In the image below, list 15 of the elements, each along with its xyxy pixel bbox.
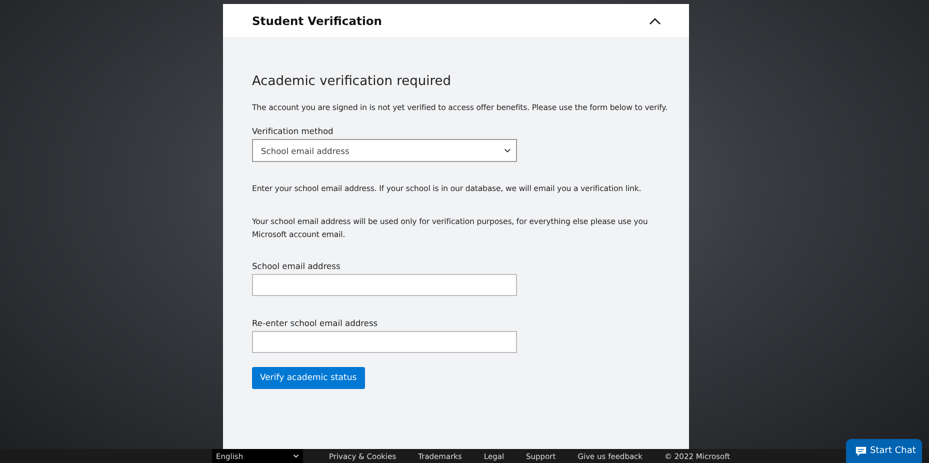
verify-button[interactable]: Verify academic status — [252, 367, 365, 389]
panel-title: Student Verification — [252, 14, 382, 28]
method-dropdown[interactable]: School email address — [252, 139, 517, 162]
chevron-up-icon[interactable] — [649, 16, 661, 24]
email-input[interactable] — [252, 331, 517, 353]
field-label: Verification method — [252, 126, 334, 136]
chevron-down-icon — [504, 148, 511, 153]
panel-header[interactable]: Student Verification — [223, 4, 689, 37]
email-input[interactable] — [252, 274, 517, 296]
start-chat-button[interactable]: Start Chat — [846, 439, 922, 463]
chevron-down-icon — [293, 454, 299, 458]
field-label: School email address — [252, 261, 342, 271]
form-heading: Academic verification required — [252, 74, 452, 89]
chat-bubble-icon — [855, 446, 867, 456]
field-label: Re-enter school email address — [252, 318, 379, 328]
